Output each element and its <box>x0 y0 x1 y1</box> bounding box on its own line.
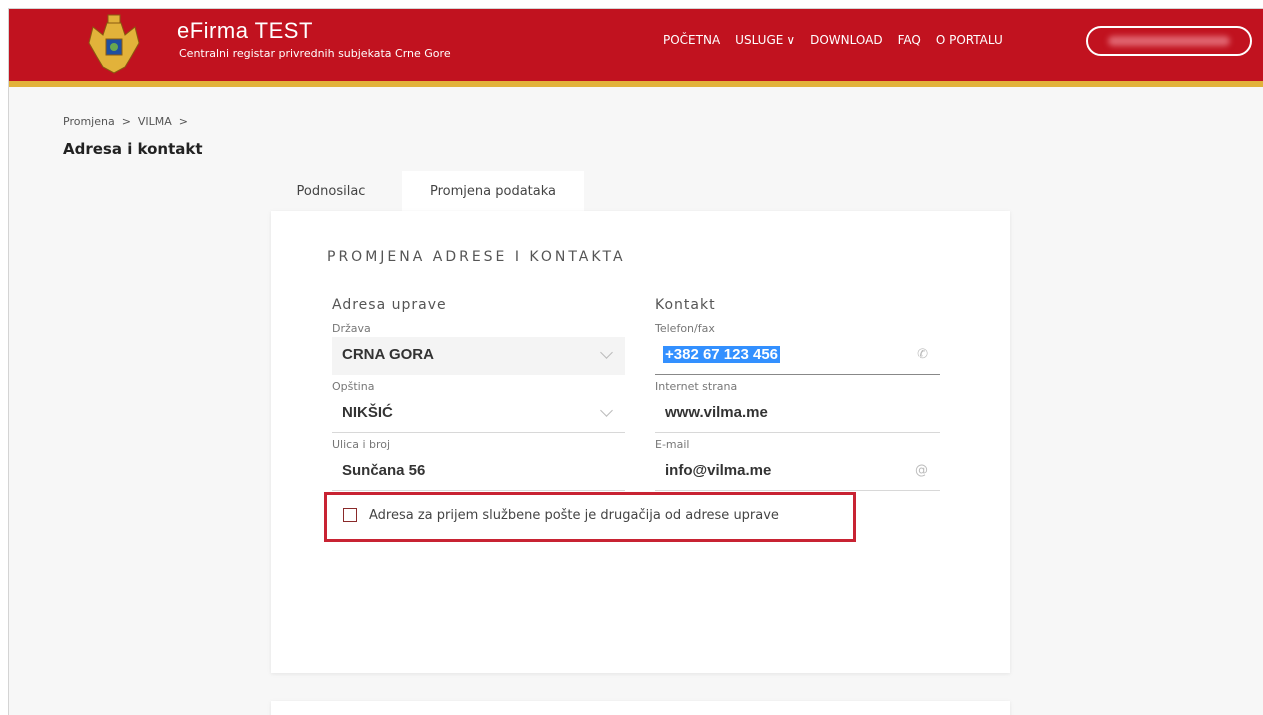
street-label: Ulica i broj <box>332 438 391 451</box>
street-input[interactable]: Sunčana 56 <box>332 453 625 491</box>
municipality-value: NIKŠIĆ <box>342 404 393 421</box>
country-label: Država <box>332 322 371 335</box>
user-name-redacted <box>1108 36 1230 46</box>
nav-o-portalu[interactable]: O PORTALU <box>936 33 1003 47</box>
app-title[interactable]: eFirma TEST <box>177 19 313 43</box>
tab-podnosilac[interactable]: Podnosilac <box>288 171 374 211</box>
chevron-down-icon: ∨ <box>786 33 796 47</box>
website-input[interactable]: www.vilma.me <box>655 395 940 433</box>
app-subtitle: Centralni registar privrednih subjekata … <box>179 47 451 60</box>
email-label: E-mail <box>655 438 690 451</box>
nav-pocetna[interactable]: POČETNA <box>663 33 720 47</box>
phone-input[interactable]: +382 67 123 456 ✆ <box>655 337 940 375</box>
tab-promjena-podataka[interactable]: Promjena podataka <box>402 171 584 211</box>
street-value: Sunčana 56 <box>342 462 426 479</box>
nav-download[interactable]: DOWNLOAD <box>810 33 882 47</box>
chevron-down-icon <box>600 346 613 359</box>
header-bar: eFirma TEST Centralni registar privredni… <box>9 9 1263 87</box>
different-mail-address-checkbox[interactable] <box>343 508 357 522</box>
form-card: PROMJENA ADRESE I KONTAKTA Adresa uprave… <box>271 211 1010 673</box>
section-title: PROMJENA ADRESE I KONTAKTA <box>327 249 626 265</box>
country-select[interactable]: CRNA GORA <box>332 337 625 375</box>
main-nav: POČETNA USLUGE ∨ DOWNLOAD FAQ O PORTALU <box>663 33 1018 47</box>
email-value: info@vilma.me <box>665 462 772 479</box>
at-icon: @ <box>915 463 928 478</box>
chevron-down-icon <box>600 404 613 417</box>
phone-value: +382 67 123 456 <box>663 346 781 363</box>
coat-of-arms-logo[interactable] <box>85 13 143 77</box>
browser-frame: eFirma TEST Centralni registar privredni… <box>8 8 1263 715</box>
nav-usluge-label: USLUGE <box>735 33 784 47</box>
municipality-label: Opština <box>332 380 375 393</box>
website-value: www.vilma.me <box>665 404 768 421</box>
page-title: Adresa i kontakt <box>63 140 203 158</box>
highlight-box: Adresa za prijem službene pošte je druga… <box>324 492 856 542</box>
website-label: Internet strana <box>655 380 738 393</box>
second-card <box>271 701 1010 715</box>
phone-label: Telefon/fax <box>655 322 715 335</box>
user-menu-button[interactable] <box>1086 26 1252 56</box>
different-mail-address-label[interactable]: Adresa za prijem službene pošte je druga… <box>369 508 779 523</box>
contact-heading: Kontakt <box>655 297 716 313</box>
email-input[interactable]: info@vilma.me @ <box>655 453 940 491</box>
country-value: CRNA GORA <box>342 346 434 363</box>
phone-icon: ✆ <box>917 347 928 362</box>
breadcrumb[interactable]: Promjena > VILMA > <box>63 115 188 128</box>
nav-usluge[interactable]: USLUGE ∨ <box>735 33 795 47</box>
nav-faq[interactable]: FAQ <box>898 33 921 47</box>
municipality-select[interactable]: NIKŠIĆ <box>332 395 625 433</box>
address-heading: Adresa uprave <box>332 297 447 313</box>
